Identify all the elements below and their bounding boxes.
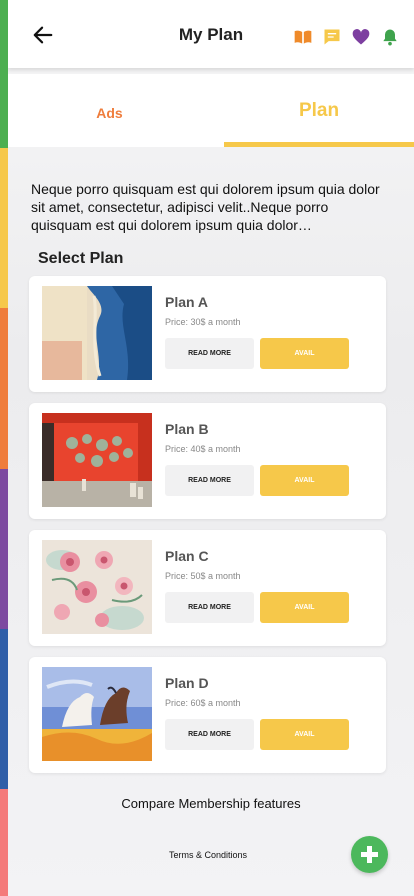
tab-plan[interactable]: Plan xyxy=(224,74,414,147)
tab-ads-label: Ads xyxy=(96,105,123,121)
plan-c-artwork-image xyxy=(42,540,152,634)
heart-icon[interactable] xyxy=(351,27,371,47)
avail-button[interactable]: AVAIL xyxy=(260,592,349,623)
read-more-button[interactable]: READ MORE xyxy=(165,592,254,623)
plan-a-artwork-image xyxy=(42,286,152,380)
read-more-button[interactable]: READ MORE xyxy=(165,338,254,369)
plan-price: Price: 50$ a month xyxy=(165,571,241,581)
select-plan-heading: Select Plan xyxy=(38,250,124,267)
plan-card: Plan C Price: 50$ a month READ MORE AVAI… xyxy=(29,530,386,646)
plan-price: Price: 40$ a month xyxy=(165,444,241,454)
plan-d-artwork-image xyxy=(42,667,152,761)
plan-price: Price: 30$ a month xyxy=(165,317,241,327)
add-plus-icon[interactable] xyxy=(351,836,388,873)
plan-price: Price: 60$ a month xyxy=(165,698,241,708)
compare-membership-link[interactable]: Compare Membership features xyxy=(8,796,414,811)
plan-name: Plan A xyxy=(165,294,209,310)
tab-bar: Ads Plan xyxy=(8,74,414,147)
tab-ads[interactable]: Ads xyxy=(8,74,211,147)
plan-name: Plan D xyxy=(165,675,209,691)
avail-button[interactable]: AVAIL xyxy=(260,338,349,369)
read-more-button[interactable]: READ MORE xyxy=(165,719,254,750)
plan-description: Neque porro quisquam est qui dolorem ips… xyxy=(31,181,380,233)
terms-conditions-link[interactable]: Terms & Conditions xyxy=(8,850,408,860)
color-stripe xyxy=(0,0,8,896)
active-tab-indicator xyxy=(224,142,414,147)
plan-card: Plan A Price: 30$ a month READ MORE AVAI… xyxy=(29,276,386,392)
book-icon[interactable] xyxy=(293,27,313,47)
plan-card: Plan B Price: 40$ a month READ MORE AVAI… xyxy=(29,403,386,519)
avail-button[interactable]: AVAIL xyxy=(260,719,349,750)
tab-plan-label: Plan xyxy=(298,100,340,121)
chat-icon[interactable] xyxy=(322,27,342,47)
plan-card: Plan D Price: 60$ a month READ MORE AVAI… xyxy=(29,657,386,773)
plan-name: Plan B xyxy=(165,421,209,437)
read-more-button[interactable]: READ MORE xyxy=(165,465,254,496)
app-screen: My Plan Ads Plan Neque porro quisquam es… xyxy=(8,0,414,896)
plan-name: Plan C xyxy=(165,548,209,564)
bell-icon[interactable] xyxy=(380,27,400,47)
avail-button[interactable]: AVAIL xyxy=(260,465,349,496)
header: My Plan xyxy=(8,0,414,68)
plan-b-artwork-image xyxy=(42,413,152,507)
